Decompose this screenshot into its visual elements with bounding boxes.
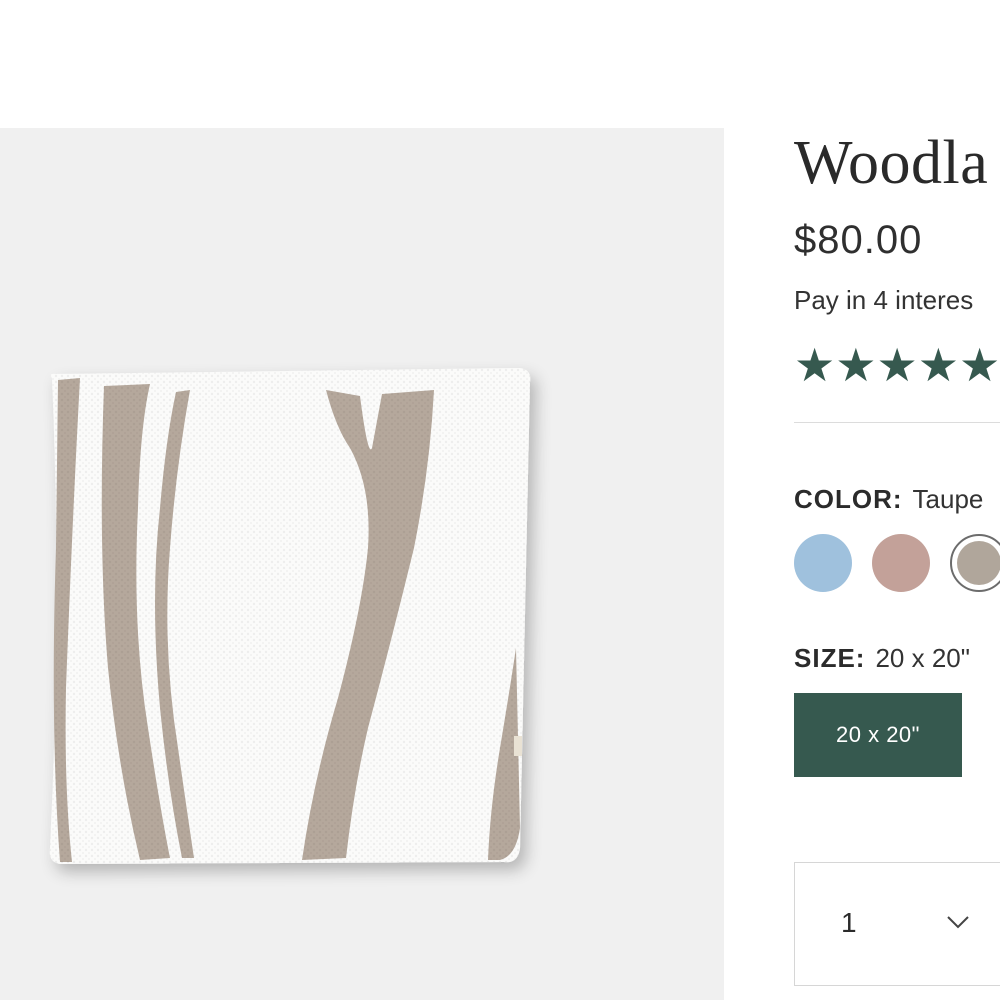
quantity-select[interactable]: 1: [794, 862, 1000, 986]
size-selected-value: 20 x 20": [875, 643, 970, 673]
size-label: SIZE:: [794, 643, 866, 673]
rating-stars[interactable]: ★★★★★: [794, 340, 1000, 390]
product-page: Woodla $80.00 Pay in 4 interes ★★★★★ COL…: [0, 0, 1000, 1000]
color-swatch-rose[interactable]: [872, 534, 930, 592]
product-details: Woodla $80.00 Pay in 4 interes ★★★★★ COL…: [794, 128, 1000, 1000]
quantity-value: 1: [841, 907, 857, 938]
color-selector-label: COLOR: Taupe: [794, 482, 983, 516]
divider: [794, 422, 1000, 423]
chevron-down-icon: [947, 916, 969, 929]
color-swatch-taupe[interactable]: [950, 534, 1000, 592]
product-title: Woodla: [794, 129, 989, 197]
size-selector-label: SIZE: 20 x 20": [794, 641, 970, 675]
product-price: $80.00: [794, 218, 923, 262]
installments-text[interactable]: Pay in 4 interes: [794, 283, 973, 317]
color-selected-value: Taupe: [912, 484, 984, 514]
star-icon: ★★★★★: [794, 338, 1000, 392]
size-option-button[interactable]: 20 x 20": [794, 693, 962, 777]
color-swatches: [794, 534, 1000, 592]
product-image-panel: [0, 128, 724, 1000]
color-swatch-blue[interactable]: [794, 534, 852, 592]
color-label: COLOR:: [794, 484, 903, 514]
product-image[interactable]: [0, 128, 724, 1000]
